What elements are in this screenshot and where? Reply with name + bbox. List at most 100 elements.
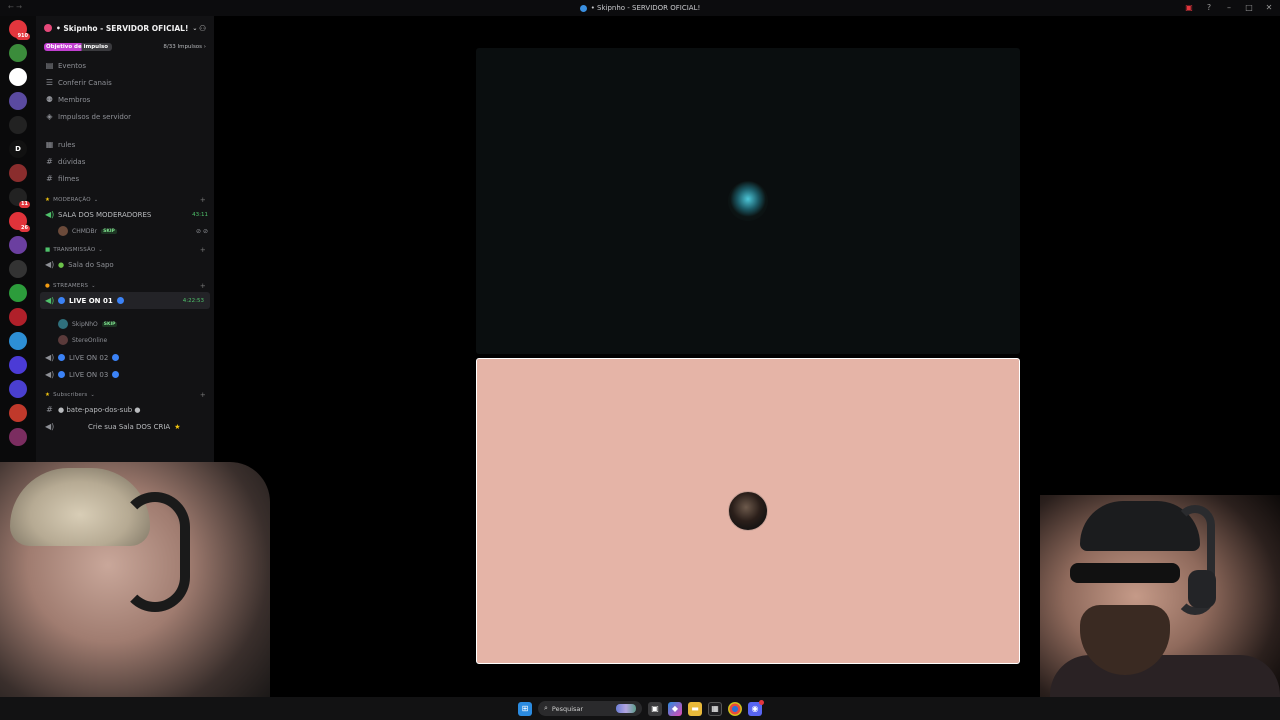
category-label: MODERAÇÃO: [53, 196, 91, 203]
star-icon: ★: [45, 196, 51, 203]
server-icon[interactable]: [9, 284, 27, 302]
calendar-icon: ▤: [45, 61, 54, 70]
channel-duvidas[interactable]: # dúvidas: [36, 153, 214, 170]
server-icon[interactable]: [9, 356, 27, 374]
server-icon[interactable]: 11: [9, 188, 30, 208]
nav-label: Membros: [58, 95, 91, 104]
channel-label: rules: [58, 140, 76, 149]
nav-impulsos[interactable]: ◈ Impulsos de servidor: [36, 108, 214, 125]
voice-member[interactable]: CHMDBr SKIP ⊘ ⊘: [36, 223, 214, 239]
server-icon[interactable]: [9, 404, 27, 422]
add-channel-icon[interactable]: +: [200, 246, 206, 254]
notification-badge: 11: [19, 201, 30, 208]
voice-channel-moderadores[interactable]: ◀) SALA DOS MODERADORES 43:11: [36, 206, 214, 223]
server-icon[interactable]: [9, 380, 27, 398]
headset-shape: [120, 492, 190, 612]
channel-label: Sala do Sapo: [68, 260, 114, 269]
server-icon[interactable]: D: [9, 140, 27, 158]
category-streamers[interactable]: ● STREAMERS ⌄ +: [36, 279, 214, 292]
nav-membros[interactable]: ⚉ Membros: [36, 91, 214, 108]
add-user-icon[interactable]: ⚇: [199, 24, 208, 33]
server-icon[interactable]: [9, 428, 27, 446]
webcam-right: [1040, 495, 1280, 720]
close-icon[interactable]: ✕: [1264, 2, 1274, 12]
voice-channel-crie-sala[interactable]: ◀) Crie sua Sala DOS CRIA ★: [36, 418, 214, 435]
server-icon[interactable]: [9, 260, 27, 278]
task-view-icon[interactable]: ▣: [648, 701, 662, 716]
server-icon[interactable]: [9, 164, 27, 182]
server-icon: [44, 24, 52, 32]
channel-label: LIVE ON 03: [69, 370, 109, 379]
store-icon[interactable]: ▦: [708, 701, 722, 716]
file-explorer-icon[interactable]: ▬: [688, 701, 702, 716]
rules-icon: ▦: [45, 140, 54, 149]
blue-circle-icon: [58, 354, 65, 361]
help-icon[interactable]: ?: [1204, 2, 1214, 12]
channel-bate-papo[interactable]: # ● bate-papo-dos-sub ●: [36, 401, 214, 418]
speaker-icon: ◀): [45, 422, 55, 431]
server-icon[interactable]: [9, 44, 27, 62]
maximize-icon[interactable]: □: [1244, 2, 1254, 12]
voice-member[interactable]: SkipNhO SKIP: [36, 316, 214, 332]
window-controls: ▣ ? – □ ✕: [1184, 2, 1274, 12]
channel-filmes[interactable]: # filmes: [36, 170, 214, 187]
server-icon[interactable]: [9, 116, 27, 134]
members-icon: ⚉: [45, 95, 54, 104]
blue-circle-icon: [112, 354, 120, 361]
speaker-icon: ◀): [45, 296, 55, 305]
category-transmissao[interactable]: ■ TRANSMISSÃO ⌄ +: [36, 243, 214, 256]
participant-avatar: [728, 491, 768, 531]
headset-ear-shape: [1188, 570, 1216, 608]
category-subscribers[interactable]: ★ Subscribers ⌄ +: [36, 388, 214, 401]
server-icon[interactable]: [9, 68, 27, 86]
minimize-icon[interactable]: –: [1224, 2, 1234, 12]
frog-icon: ●: [58, 260, 65, 269]
voice-channel-live-03[interactable]: ◀) LIVE ON 03: [36, 366, 214, 383]
speaker-icon: ◀): [45, 370, 55, 379]
server-icon[interactable]: [9, 332, 27, 350]
nav-label: Impulsos de servidor: [58, 112, 132, 121]
channel-label: LIVE ON 01: [69, 296, 113, 305]
nav-arrows[interactable]: ← →: [8, 3, 22, 11]
voice-channel-live-02[interactable]: ◀) LIVE ON 02: [36, 349, 214, 366]
discord-icon[interactable]: ◉: [748, 699, 764, 716]
channel-label: Crie sua Sala DOS CRIA: [88, 422, 171, 431]
channel-label: ● bate-papo-dos-sub ●: [58, 405, 141, 414]
member-name: CHMDBr: [72, 227, 98, 235]
server-icon[interactable]: 910: [9, 20, 30, 40]
nav-eventos[interactable]: ▤ Eventos: [36, 57, 214, 74]
star-icon: ★: [174, 422, 181, 431]
inbox-icon[interactable]: ▣: [1184, 2, 1194, 12]
taskbar-search[interactable]: ⌕ Pesquisar: [538, 701, 642, 716]
add-channel-icon[interactable]: +: [200, 282, 206, 290]
webcam-left: [0, 462, 270, 720]
server-header[interactable]: • Skipnho - SERVIDOR OFICIAL! ⌄ ⚇: [36, 16, 214, 40]
add-channel-icon[interactable]: +: [200, 196, 206, 204]
channel-rules[interactable]: ▦ rules: [36, 136, 214, 153]
boost-goal[interactable]: Objetivo de impulso 8/33 Impulsos ›: [36, 40, 214, 54]
taskbar: ⊞ ⌕ Pesquisar ▣ ◆ ▬ ▦ ◉: [0, 697, 1280, 720]
server-icon[interactable]: [9, 92, 27, 110]
server-icon[interactable]: 26: [9, 212, 30, 232]
nav-conferir-canais[interactable]: ☰ Conferir Canais: [36, 74, 214, 91]
green-square-icon: ■: [45, 246, 51, 253]
browse-channels-icon: ☰: [45, 78, 54, 87]
windows-start-icon[interactable]: ⊞: [518, 701, 532, 716]
server-icon[interactable]: [9, 236, 27, 254]
server-icon[interactable]: [9, 308, 27, 326]
category-moderacao[interactable]: ★ MODERAÇÃO ⌄ +: [36, 193, 214, 206]
participant-avatar: [728, 181, 768, 221]
voice-member[interactable]: StereOnline: [36, 332, 214, 348]
voice-channel-live-01[interactable]: ◀) LIVE ON 01 4:22:53: [40, 292, 210, 309]
chrome-icon[interactable]: [728, 701, 742, 716]
voice-channel-sapo[interactable]: ◀) ● Sala do Sapo: [36, 256, 214, 273]
hash-icon: #: [46, 157, 53, 166]
speaker-icon: ◀): [45, 210, 55, 219]
window-title: • Skipnho - SERVIDOR OFICIAL!: [590, 4, 701, 12]
star-icon: ★: [45, 391, 51, 398]
copilot-icon[interactable]: ◆: [668, 701, 682, 716]
add-channel-icon[interactable]: +: [200, 391, 206, 399]
hash-icon: #: [46, 405, 53, 414]
channel-label: SALA DOS MODERADORES: [58, 210, 152, 219]
notification-badge: 26: [19, 225, 30, 232]
